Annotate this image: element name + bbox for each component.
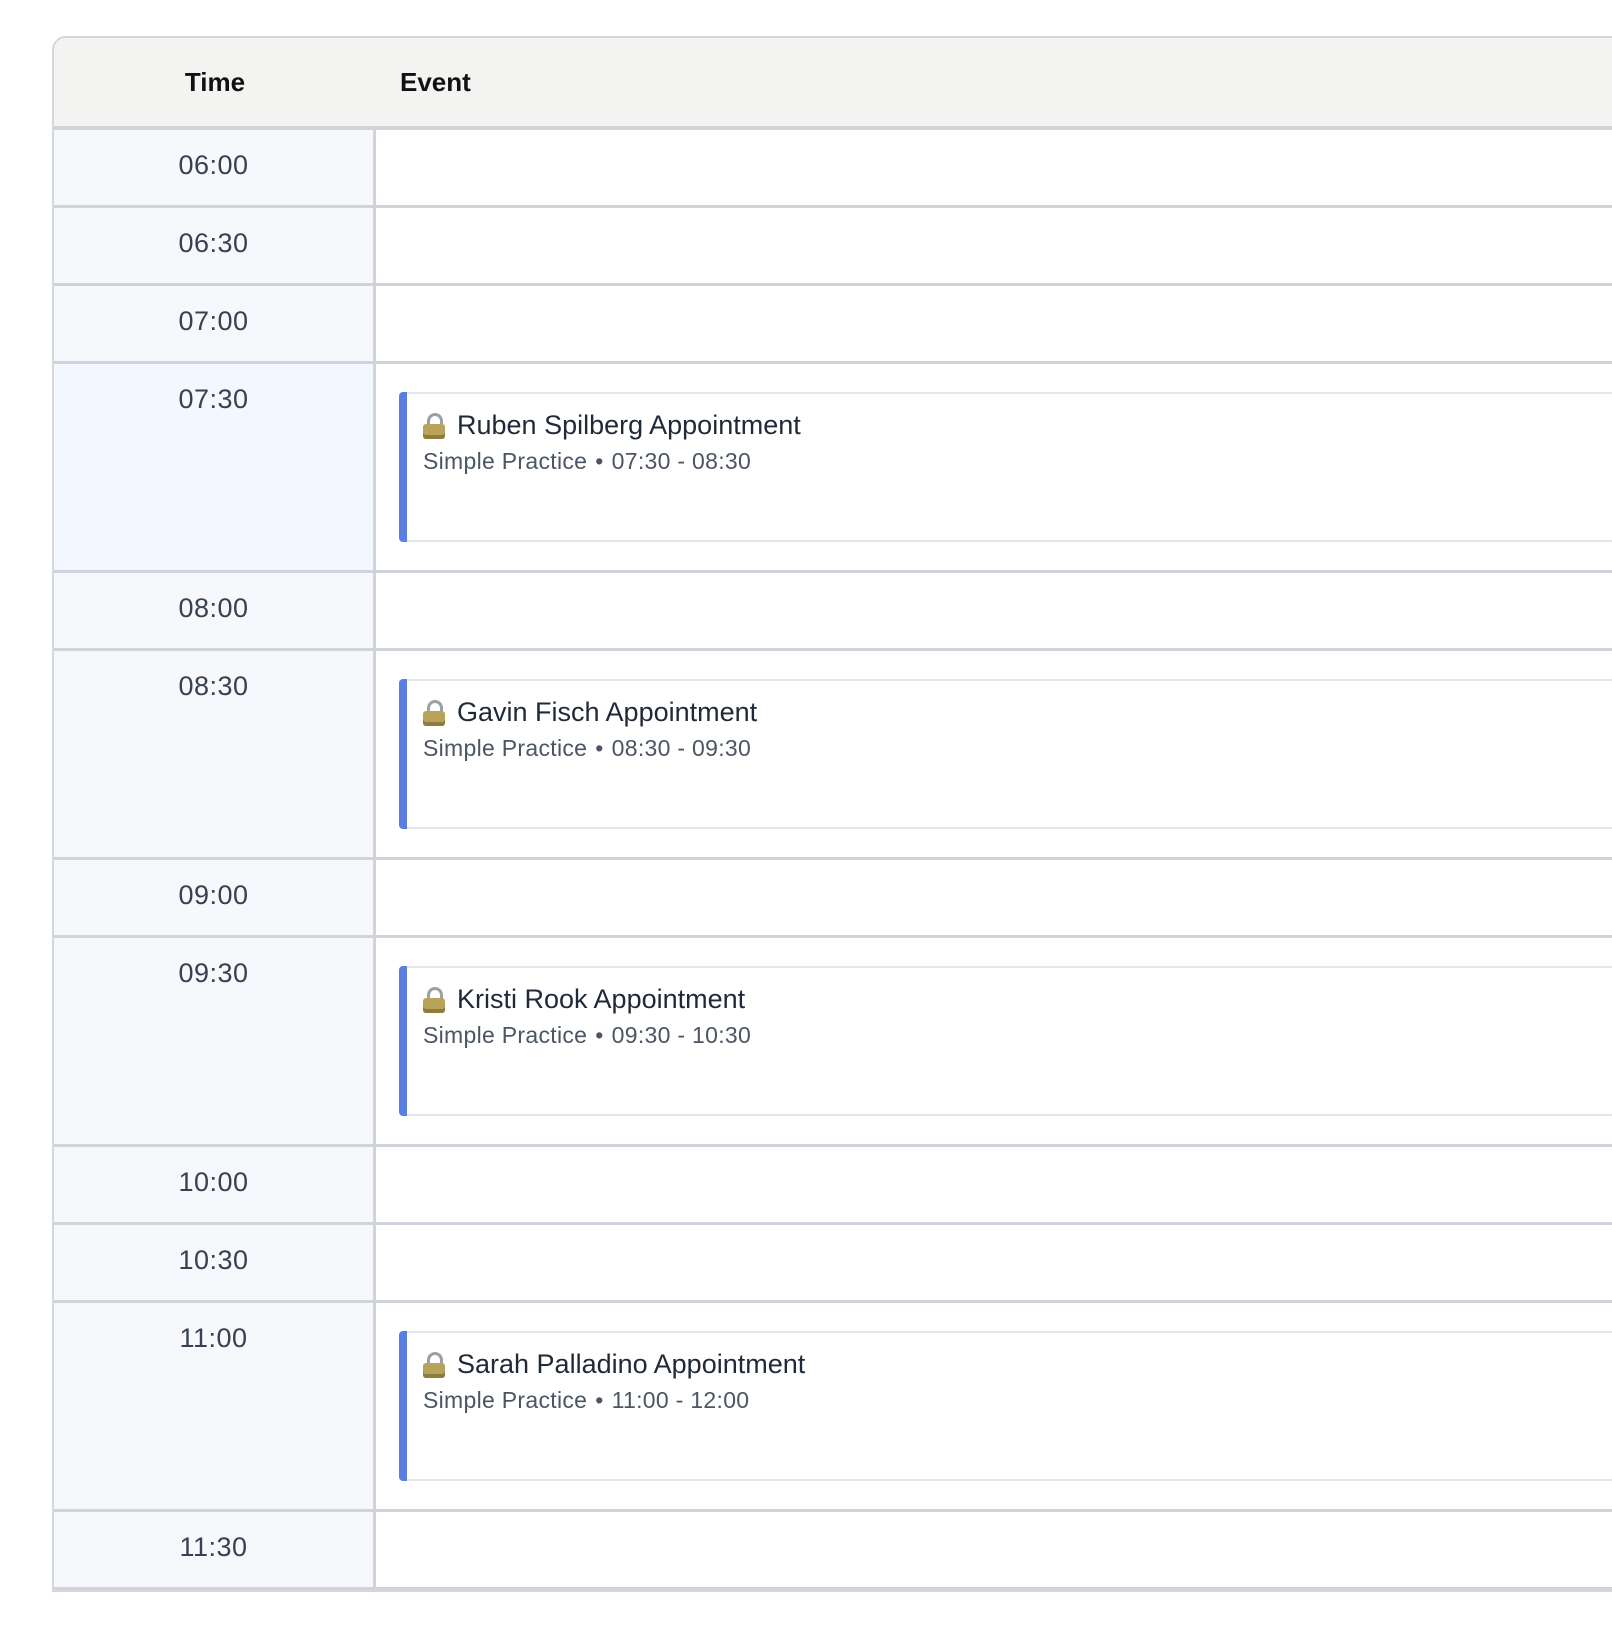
time-slot-label: 10:30 xyxy=(54,1225,376,1300)
event-time-range: 11:00 - 12:00 xyxy=(611,1387,750,1413)
time-slot-row: 11:00 Sarah Palladino Appointment Simple… xyxy=(54,1303,1612,1512)
event-accent-bar xyxy=(399,679,407,829)
event-accent-bar xyxy=(399,1331,407,1481)
event-title-line: Kristi Rook Appointment xyxy=(423,984,745,1015)
event-title: Kristi Rook Appointment xyxy=(457,984,746,1014)
time-column-header: Time xyxy=(184,66,246,97)
event-calendar: Simple Practice xyxy=(423,1387,588,1413)
event-separator: • xyxy=(595,1022,604,1048)
event-accent-bar xyxy=(399,966,407,1116)
event-time-range: 07:30 - 08:30 xyxy=(611,448,752,474)
event-slot: Sarah Palladino Appointment Simple Pract… xyxy=(376,1303,1612,1509)
event-details: Simple Practice • 09:30 - 10:30 xyxy=(423,1022,751,1049)
time-slot-label: 07:30 xyxy=(54,364,376,570)
event-slot[interactable] xyxy=(376,286,1612,361)
event-accent-bar xyxy=(399,392,407,542)
event-separator: • xyxy=(595,448,604,474)
time-slot-label: 11:30 xyxy=(54,1512,376,1587)
event-time-range: 08:30 - 09:30 xyxy=(611,735,752,761)
event-slot: Ruben Spilberg Appointment Simple Practi… xyxy=(376,364,1612,570)
time-slot-row: 08:00 xyxy=(54,573,1612,651)
event-details: Simple Practice • 08:30 - 09:30 xyxy=(423,735,751,762)
event-title-line: Gavin Fisch Appointment xyxy=(423,697,757,728)
time-slot-row: 11:30 xyxy=(54,1512,1612,1590)
event-card[interactable]: Gavin Fisch Appointment Simple Practice •… xyxy=(399,679,1612,829)
event-details: Simple Practice • 07:30 - 08:30 xyxy=(423,448,751,475)
event-slot[interactable] xyxy=(376,208,1612,283)
time-slot-row: 06:30 xyxy=(54,208,1612,286)
time-slot-row: 06:00 xyxy=(54,130,1612,208)
lock-icon xyxy=(423,986,445,1013)
time-slot-label: 09:00 xyxy=(54,860,376,935)
time-slot-row: 09:00 xyxy=(54,860,1612,938)
time-slot-label: 06:30 xyxy=(54,208,376,283)
event-slot[interactable] xyxy=(376,1512,1612,1587)
event-details: Simple Practice • 11:00 - 12:00 xyxy=(423,1387,749,1414)
event-calendar: Simple Practice xyxy=(423,735,588,761)
event-time-range: 09:30 - 10:30 xyxy=(611,1022,752,1048)
time-slot-row: 08:30 Gavin Fisch Appointment Simple Pra… xyxy=(54,651,1612,860)
event-title-line: Sarah Palladino Appointment xyxy=(423,1349,805,1380)
time-slot-row: 09:30 Kristi Rook Appointment Simple Pra… xyxy=(54,938,1612,1147)
event-card[interactable]: Sarah Palladino Appointment Simple Pract… xyxy=(399,1331,1612,1481)
time-slot-row: 10:00 xyxy=(54,1147,1612,1225)
event-slot[interactable] xyxy=(376,130,1612,205)
event-calendar: Simple Practice xyxy=(423,448,588,474)
event-title: Gavin Fisch Appointment xyxy=(457,697,758,727)
event-separator: • xyxy=(595,735,604,761)
event-card[interactable]: Ruben Spilberg Appointment Simple Practi… xyxy=(399,392,1612,542)
time-slot-row: 10:30 xyxy=(54,1225,1612,1303)
event-title: Ruben Spilberg Appointment xyxy=(457,410,801,440)
event-separator: • xyxy=(595,1387,604,1413)
event-title: Sarah Palladino Appointment xyxy=(457,1349,806,1379)
time-slot-row: 07:00 xyxy=(54,286,1612,364)
lock-icon xyxy=(423,699,445,726)
event-card[interactable]: Kristi Rook Appointment Simple Practice •… xyxy=(399,966,1612,1116)
schedule-table: Time Event 06:00 06:30 07:00 07:30 Ruben… xyxy=(52,36,1612,1592)
time-slot-label: 11:00 xyxy=(54,1303,376,1509)
table-header: Time Event xyxy=(54,38,1612,130)
time-slot-label: 06:00 xyxy=(54,130,376,205)
time-slot-label: 10:00 xyxy=(54,1147,376,1222)
event-slot: Kristi Rook Appointment Simple Practice •… xyxy=(376,938,1612,1144)
time-slot-label: 08:30 xyxy=(54,651,376,857)
event-slot: Gavin Fisch Appointment Simple Practice •… xyxy=(376,651,1612,857)
lock-icon xyxy=(423,412,445,439)
time-slot-row: 07:30 Ruben Spilberg Appointment Simple … xyxy=(54,364,1612,573)
event-slot[interactable] xyxy=(376,1147,1612,1222)
time-slot-label: 08:00 xyxy=(54,573,376,648)
event-slot[interactable] xyxy=(376,860,1612,935)
lock-icon xyxy=(423,1351,445,1378)
time-slot-label: 07:00 xyxy=(54,286,376,361)
event-calendar: Simple Practice xyxy=(423,1022,588,1048)
event-slot[interactable] xyxy=(376,1225,1612,1300)
event-slot[interactable] xyxy=(376,573,1612,648)
event-column-header: Event xyxy=(400,66,471,97)
time-slot-label: 09:30 xyxy=(54,938,376,1144)
event-title-line: Ruben Spilberg Appointment xyxy=(423,410,801,441)
